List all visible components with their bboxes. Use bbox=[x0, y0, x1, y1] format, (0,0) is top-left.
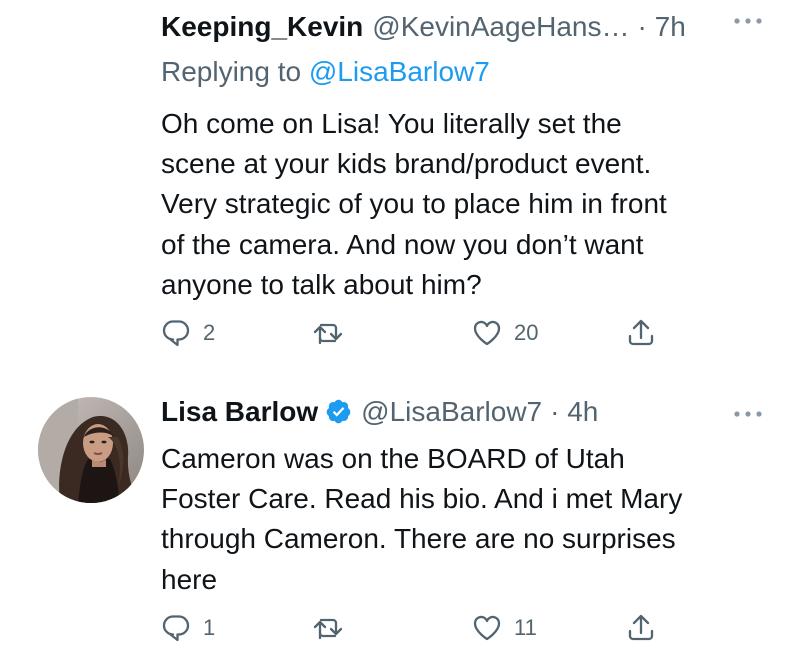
reply-count: 1 bbox=[203, 615, 216, 640]
tweet-keeping-kevin[interactable]: Keeping_Kevin @KevinAageHans… · 7h Reply… bbox=[0, 0, 800, 370]
tweet-text: Oh come on Lisa! You literally set the s… bbox=[161, 108, 667, 300]
reply-button[interactable]: 1 bbox=[161, 611, 215, 645]
reply-icon bbox=[162, 320, 190, 347]
retweet-icon bbox=[313, 618, 343, 640]
tweet-header: Keeping_Kevin @KevinAageHans… · 7h bbox=[161, 9, 770, 45]
tweet-lisa-barlow[interactable]: Lisa Barlow @LisaBarlow7 · 4h Cameron wa… bbox=[0, 383, 800, 657]
display-name[interactable]: Keeping_Kevin bbox=[161, 9, 363, 45]
tweet-text: Cameron was on the BOARD of Utah Foster … bbox=[161, 443, 683, 595]
like-count: 11 bbox=[514, 615, 537, 640]
tweet-actions: 1 11 bbox=[161, 611, 681, 645]
replying-to: Replying to @LisaBarlow7 bbox=[161, 54, 490, 90]
share-icon bbox=[628, 614, 654, 641]
retweet-button[interactable] bbox=[313, 316, 355, 350]
reply-icon bbox=[162, 615, 190, 642]
user-handle[interactable]: @KevinAageHans… bbox=[372, 9, 629, 45]
like-icon bbox=[473, 320, 501, 346]
more-icon[interactable] bbox=[733, 409, 763, 419]
share-button[interactable] bbox=[626, 611, 656, 645]
like-count: 20 bbox=[514, 320, 539, 345]
retweet-icon bbox=[313, 323, 343, 345]
avatar[interactable] bbox=[38, 397, 144, 503]
reply-count: 2 bbox=[203, 320, 216, 345]
display-name[interactable]: Lisa Barlow bbox=[161, 394, 318, 430]
user-handle[interactable]: @LisaBarlow7 bbox=[361, 394, 542, 430]
reply-button[interactable]: 2 bbox=[161, 316, 215, 350]
like-button[interactable]: 20 bbox=[472, 316, 538, 350]
more-icon[interactable] bbox=[733, 16, 763, 26]
like-button[interactable]: 11 bbox=[472, 611, 537, 645]
verified-badge-icon bbox=[326, 399, 351, 424]
tweet-actions: 2 20 bbox=[161, 316, 681, 350]
retweet-button[interactable] bbox=[313, 611, 355, 645]
replying-to-mention[interactable]: @LisaBarlow7 bbox=[309, 56, 490, 87]
like-icon bbox=[473, 615, 501, 641]
share-icon bbox=[628, 319, 654, 346]
replying-to-label: Replying to bbox=[161, 56, 302, 87]
tweet-thread: Keeping_Kevin @KevinAageHans… · 7h Reply… bbox=[0, 0, 800, 657]
tweet-time[interactable]: · 7h bbox=[638, 9, 686, 45]
tweet-header: Lisa Barlow @LisaBarlow7 · 4h bbox=[161, 394, 770, 430]
share-button[interactable] bbox=[626, 316, 656, 350]
tweet-time[interactable]: · 4h bbox=[550, 394, 598, 430]
